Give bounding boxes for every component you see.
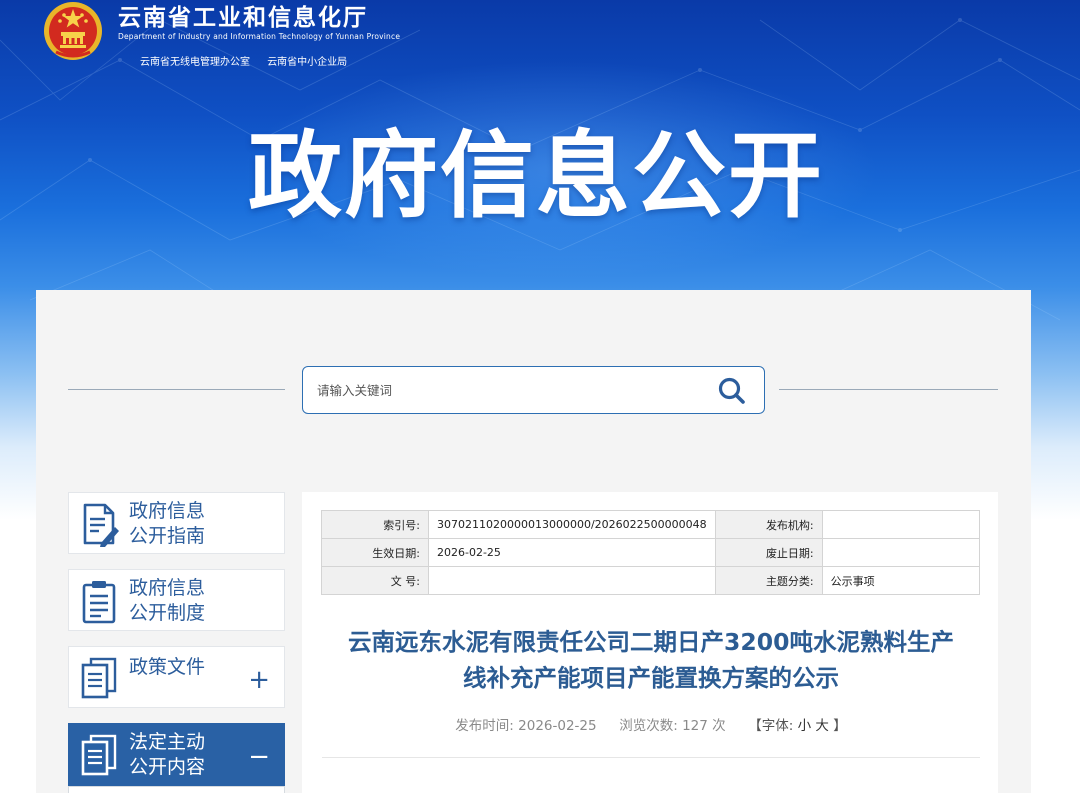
document-metadata-table: 索引号: 3070211020000013000000/202602250000… (321, 510, 981, 595)
sidebar-item-label: 法定主动 公开内容 (129, 731, 206, 778)
sidebar-item-label: 政府信息 公开指南 (129, 500, 206, 547)
repeal-date-label: 废止日期: (714, 538, 823, 567)
publish-time-label: 发布时间: (455, 718, 514, 734)
document-number-label: 文 号: (321, 566, 429, 595)
view-count: 127 (682, 718, 708, 734)
sidebar-item-statutory-content[interactable]: 法定主动 公开内容 − (68, 723, 285, 789)
publisher-value (821, 510, 981, 539)
index-number-value: 3070211020000013000000/2026022500000048 (428, 510, 716, 539)
article-divider (322, 757, 980, 758)
sidebar-item-label: 政策文件 (129, 656, 206, 678)
article-info: 发布时间: 2026-02-25 浏览次数: 127 次 【字体: 小 大 】 (322, 714, 980, 734)
sub-org-link[interactable]: 云南省中小企业局 (267, 57, 347, 68)
table-row: 索引号: 3070211020000013000000/202602250000… (321, 510, 981, 539)
search-input[interactable] (317, 382, 697, 398)
sidebar-item-label: 政府信息 公开制度 (129, 577, 206, 624)
sidebar-submenu (68, 786, 285, 793)
effective-date-label: 生效日期: (321, 538, 429, 567)
sidebar-item-policy-documents[interactable]: 政策文件 + (68, 646, 285, 708)
search-icon[interactable] (716, 375, 748, 407)
sidebar-item-disclosure-system[interactable]: 政府信息 公开制度 (68, 569, 285, 631)
documents-stack-icon (81, 734, 117, 776)
article-title: 云南远东水泥有限责任公司二期日产3200吨水泥熟料生产 线补充产能项目产能置换方… (348, 628, 954, 692)
publish-time: 2026-02-25 (518, 718, 597, 734)
sidebar-item-disclosure-guide[interactable]: 政府信息 公开指南 (68, 492, 285, 554)
clipboard-list-icon (82, 581, 116, 624)
table-row: 文 号: 主题分类: 公示事项 (321, 566, 981, 595)
banner-title: 政府信息公开 (247, 122, 824, 231)
sub-org-link[interactable]: 云南省无线电管理办公室 (140, 57, 250, 68)
documents-stack-icon (81, 657, 117, 699)
search-bar (302, 366, 765, 414)
document-pen-icon (83, 503, 119, 547)
search-divider-right (779, 389, 998, 390)
font-size-control: 【字体: 小 大 】 (748, 718, 847, 734)
department-name: 云南省工业和信息化厅 (118, 5, 368, 31)
view-count-label: 浏览次数: (619, 718, 678, 734)
effective-date-value: 2026-02-25 (428, 538, 716, 567)
sub-organizations: 云南省无线电管理办公室 云南省中小企业局 (140, 53, 361, 68)
repeal-date-value (821, 538, 981, 567)
view-count-unit: 次 (712, 718, 726, 734)
search-divider-left (68, 389, 285, 390)
department-name-english: Department of Industry and Information T… (118, 32, 401, 41)
index-number-label: 索引号: (321, 510, 429, 539)
table-row: 生效日期: 2026-02-25 废止日期: (321, 538, 981, 567)
topic-label: 主题分类: (714, 566, 823, 595)
topic-value: 公示事项 (821, 566, 981, 595)
national-emblem-icon (44, 2, 102, 60)
publisher-label: 发布机构: (714, 510, 823, 539)
expand-toggle[interactable]: + (248, 667, 270, 693)
font-small-button[interactable]: 小 (798, 718, 812, 734)
collapse-toggle[interactable]: − (248, 744, 270, 770)
document-number-value (428, 566, 716, 595)
font-large-button[interactable]: 大 (815, 718, 829, 734)
